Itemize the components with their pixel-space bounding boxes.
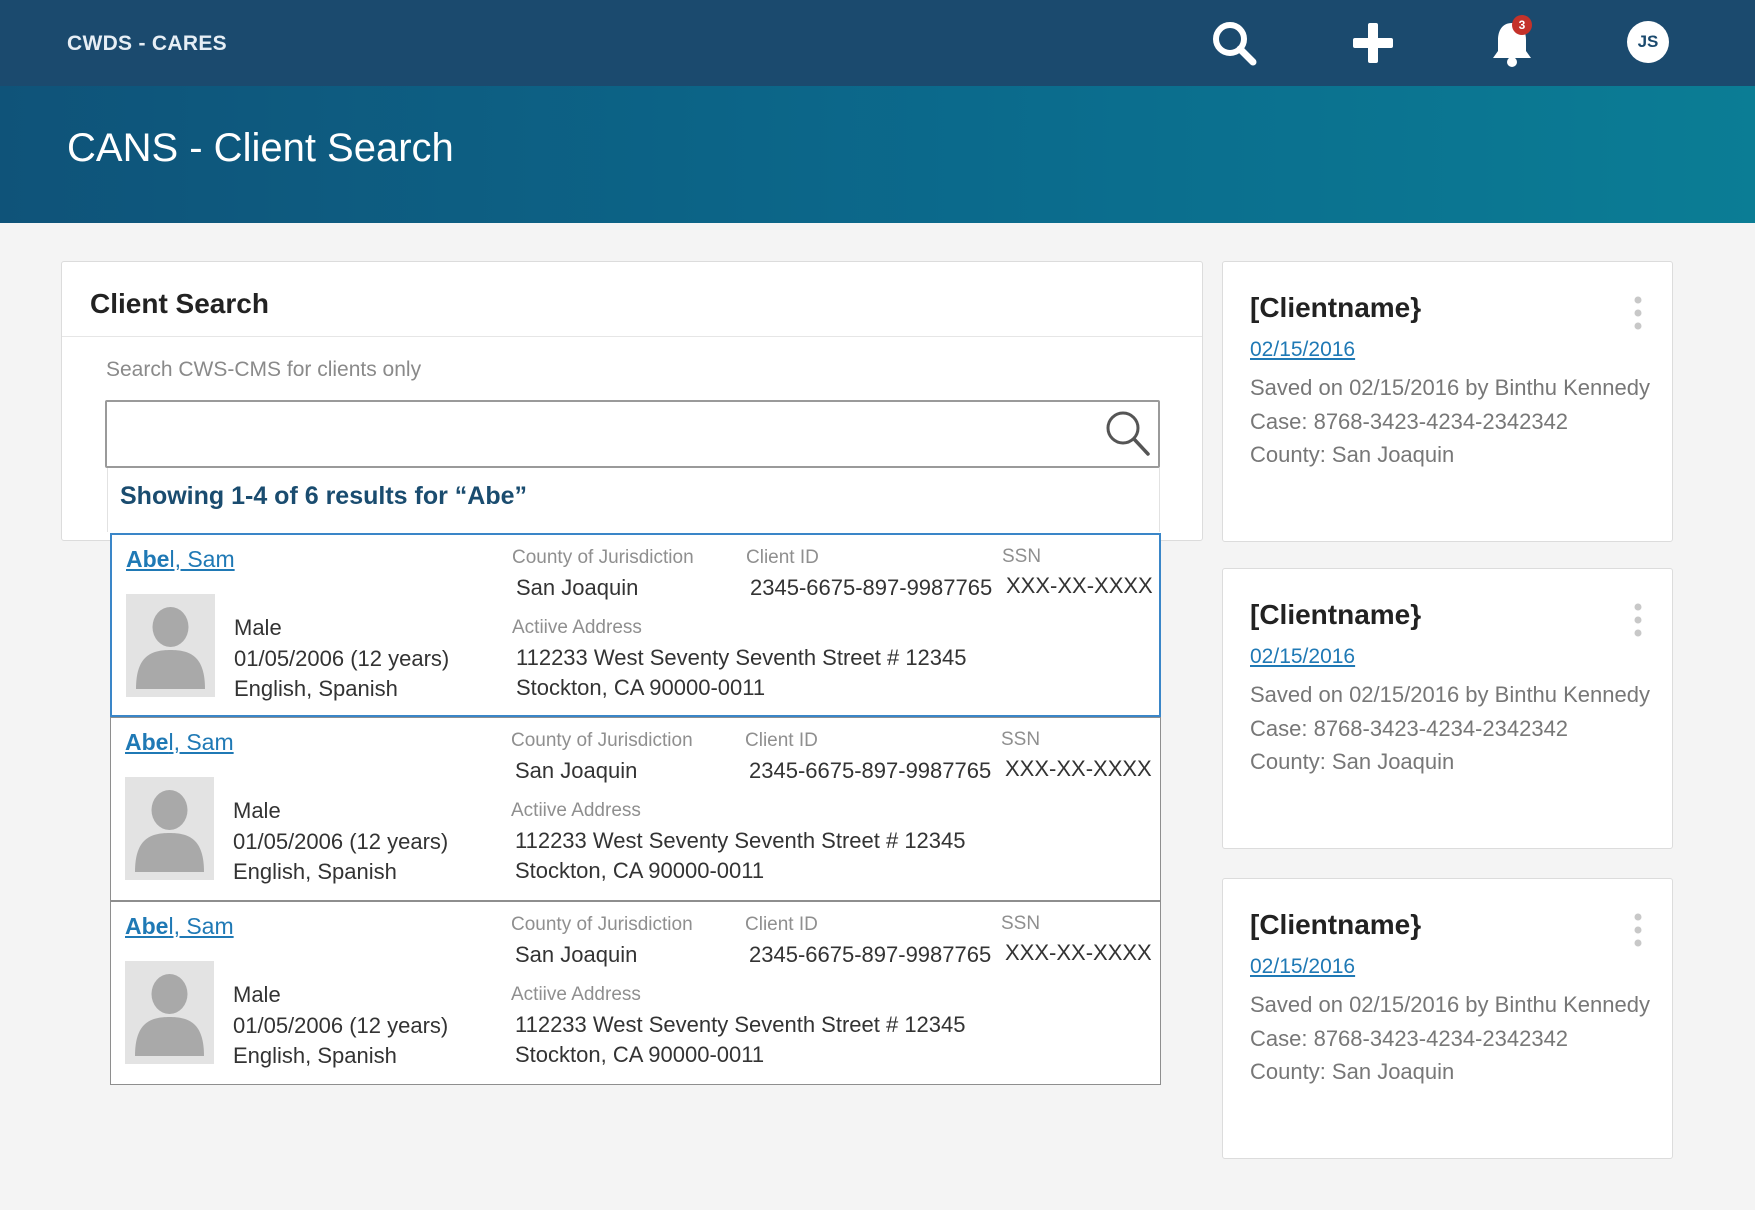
search-input-icon[interactable] <box>1103 407 1151 459</box>
address-line-2: Stockton, CA 90000-0011 <box>515 1042 765 1067</box>
plus-icon[interactable] <box>1348 18 1398 68</box>
recent-case-number: Case: 8768-3423-4234-2342342 <box>1250 409 1569 434</box>
client-photo-placeholder-icon <box>126 594 215 697</box>
top-navigation-bar: CWDS - CARES 3 JS <box>0 0 1755 86</box>
client-id-value: 2345-6675-897-9987765 <box>750 575 993 600</box>
client-name-link[interactable]: Abel, Sam <box>125 913 234 940</box>
client-photo-placeholder-icon <box>125 961 214 1064</box>
recent-assessment-date-link[interactable]: 02/15/2016 <box>1250 955 1355 979</box>
ssn-label: SSN <box>1001 913 1041 934</box>
search-input-label: Search CWS-CMS for clients only <box>106 358 422 381</box>
recent-saved-info: Saved on 02/15/2016 by Binthu Kennedy <box>1250 375 1650 400</box>
client-name-rest: l, Sam <box>168 729 234 755</box>
recent-county: County: San Joaquin <box>1250 442 1455 467</box>
client-gender: Male <box>233 798 281 823</box>
results-summary-text: Showing 1-4 of 6 results for “Abe” <box>120 482 527 510</box>
address-label: Actiive Address <box>512 617 642 638</box>
recent-case-number: Case: 8768-3423-4234-2342342 <box>1250 1026 1569 1051</box>
county-value: San Joaquin <box>516 575 639 600</box>
client-gender: Male <box>233 982 281 1007</box>
client-photo-placeholder-icon <box>125 777 214 880</box>
recent-client-name: [Clientname} <box>1250 909 1422 940</box>
ssn-label: SSN <box>1001 729 1041 750</box>
search-result-row[interactable]: Abel, Sam Male 01/05/2006 (12 years) Eng… <box>110 533 1161 717</box>
ssn-value: XXX-XX-XXXX <box>1005 940 1152 965</box>
recent-client-name: [Clientname} <box>1250 292 1422 323</box>
client-dob: 01/05/2006 (12 years) <box>233 829 449 854</box>
app-brand[interactable]: CWDS - CARES <box>67 32 227 56</box>
client-id-label: Client ID <box>745 730 818 751</box>
recent-assessment-date-link[interactable]: 02/15/2016 <box>1250 645 1355 669</box>
client-id-value: 2345-6675-897-9987765 <box>749 758 992 783</box>
page-header: CANS - Client Search <box>0 86 1755 223</box>
recent-client-card[interactable]: [Clientname} 02/15/2016 Saved on 02/15/2… <box>1222 261 1673 542</box>
client-name-rest: l, Sam <box>169 546 235 572</box>
client-dob: 01/05/2006 (12 years) <box>233 1013 449 1038</box>
notification-count-badge: 3 <box>1512 15 1532 35</box>
search-results-summary: Showing 1-4 of 6 results for “Abe” <box>107 468 1160 532</box>
county-label: County of Jurisdiction <box>511 730 693 751</box>
page-title: CANS - Client Search <box>67 126 454 170</box>
recent-county: County: San Joaquin <box>1250 749 1455 774</box>
client-name-link[interactable]: Abel, Sam <box>125 729 234 756</box>
address-line-2: Stockton, CA 90000-0011 <box>515 858 765 883</box>
address-line-1: 112233 West Seventy Seventh Street # 123… <box>515 828 966 853</box>
address-label: Actiive Address <box>511 984 641 1005</box>
county-label: County of Jurisdiction <box>511 914 693 935</box>
ssn-value: XXX-XX-XXXX <box>1005 756 1152 781</box>
recent-client-name: [Clientname} <box>1250 599 1422 630</box>
client-name-match: Abe <box>125 729 169 755</box>
client-name-rest: l, Sam <box>168 913 234 939</box>
client-languages: English, Spanish <box>234 676 398 701</box>
recent-saved-info: Saved on 02/15/2016 by Binthu Kennedy <box>1250 682 1650 707</box>
client-gender: Male <box>234 615 282 640</box>
client-id-label: Client ID <box>745 914 818 935</box>
client-languages: English, Spanish <box>233 859 397 884</box>
county-value: San Joaquin <box>515 758 638 783</box>
recent-case-number: Case: 8768-3423-4234-2342342 <box>1250 716 1569 741</box>
more-options-icon[interactable] <box>1630 295 1646 331</box>
search-result-row[interactable]: Abel, Sam Male 01/05/2006 (12 years) Eng… <box>110 717 1161 901</box>
ssn-value: XXX-XX-XXXX <box>1006 573 1153 598</box>
address-line-1: 112233 West Seventy Seventh Street # 123… <box>516 645 967 670</box>
recent-saved-info: Saved on 02/15/2016 by Binthu Kennedy <box>1250 992 1650 1017</box>
client-languages: English, Spanish <box>233 1043 397 1068</box>
card-divider <box>62 336 1202 337</box>
client-name-link[interactable]: Abel, Sam <box>126 546 235 573</box>
client-name-match: Abe <box>125 913 169 939</box>
client-name-match: Abe <box>126 546 170 572</box>
client-dob: 01/05/2006 (12 years) <box>234 646 450 671</box>
client-search-card-title: Client Search <box>90 288 269 319</box>
address-label: Actiive Address <box>511 800 641 821</box>
recent-assessment-date-link[interactable]: 02/15/2016 <box>1250 338 1355 362</box>
more-options-icon[interactable] <box>1630 912 1646 948</box>
client-id-value: 2345-6675-897-9987765 <box>749 942 992 967</box>
recent-client-card[interactable]: [Clientname} 02/15/2016 Saved on 02/15/2… <box>1222 568 1673 849</box>
recent-county: County: San Joaquin <box>1250 1059 1455 1084</box>
user-avatar[interactable]: JS <box>1627 21 1669 63</box>
client-id-label: Client ID <box>746 547 819 568</box>
search-icon[interactable] <box>1209 18 1259 68</box>
more-options-icon[interactable] <box>1630 602 1646 638</box>
ssn-label: SSN <box>1002 546 1042 567</box>
recent-client-card[interactable]: [Clientname} 02/15/2016 Saved on 02/15/2… <box>1222 878 1673 1159</box>
client-search-input[interactable] <box>105 400 1160 468</box>
search-result-row[interactable]: Abel, Sam Male 01/05/2006 (12 years) Eng… <box>110 901 1161 1085</box>
county-label: County of Jurisdiction <box>512 547 694 568</box>
address-line-2: Stockton, CA 90000-0011 <box>516 675 766 700</box>
county-value: San Joaquin <box>515 942 638 967</box>
address-line-1: 112233 West Seventy Seventh Street # 123… <box>515 1012 966 1037</box>
